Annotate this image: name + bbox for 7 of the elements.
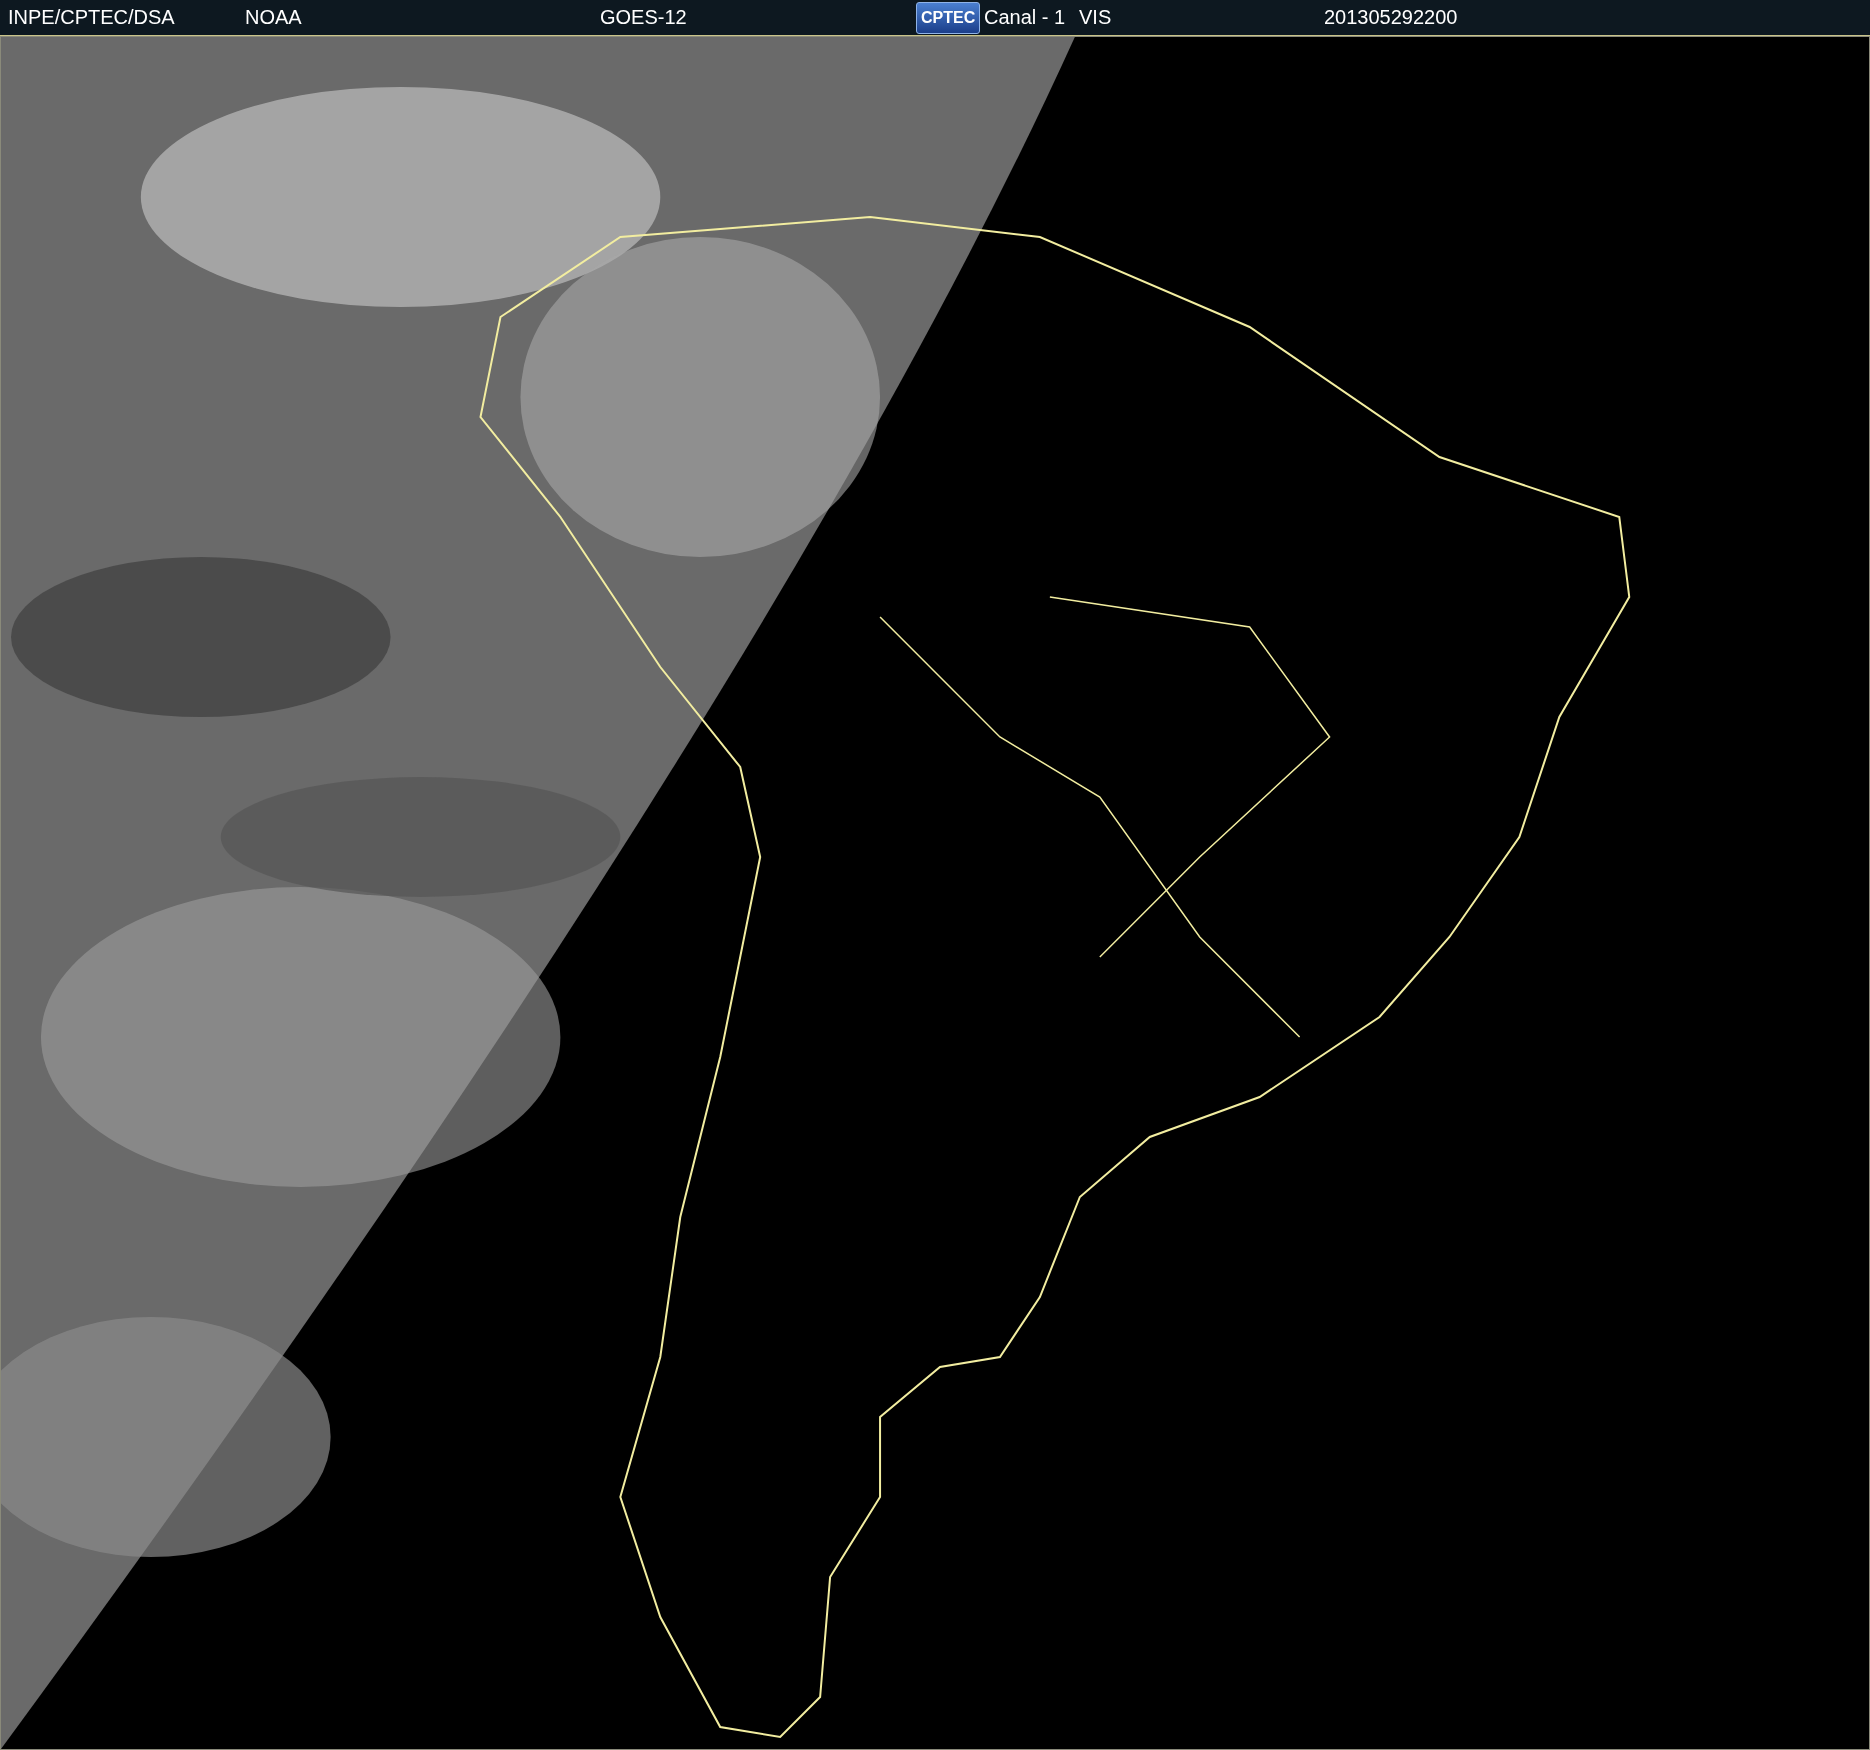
header-label: GOES-12 bbox=[600, 6, 687, 29]
header-label: VIS bbox=[1079, 6, 1112, 29]
logo: CPTEC bbox=[916, 1, 981, 34]
header-label: INPE/CPTEC/DSA bbox=[8, 6, 175, 29]
header-label: 201305292200 bbox=[1324, 6, 1458, 29]
header-label: Canal - 1 bbox=[984, 6, 1066, 29]
header-label: NOAA bbox=[245, 6, 302, 29]
